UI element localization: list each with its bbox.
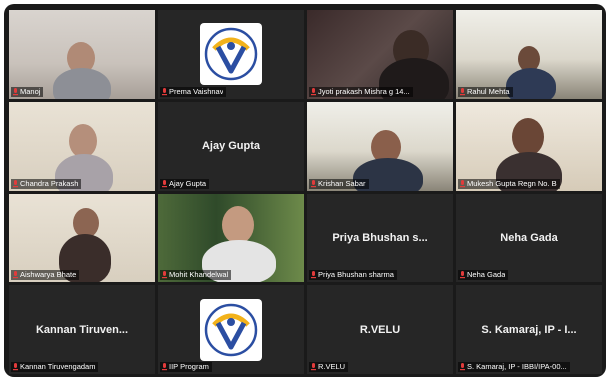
mic-muted-icon: [162, 87, 167, 95]
participant-name: S. Kamaraj, IP - IBBI/IPA-00...: [467, 362, 567, 371]
participant-display-name: S. Kamaraj, IP - I...: [481, 323, 577, 336]
mic-muted-icon: [460, 87, 465, 95]
participant-nametag: Mohit Khandelwal: [160, 270, 232, 281]
participant-name: Kannan Tiruvengadam: [20, 362, 96, 371]
participant-tile[interactable]: Kannan Tiruven... Kannan Tiruvengadam: [9, 285, 155, 374]
mic-muted-icon: [311, 363, 316, 371]
participant-name: Mukesh Gupta Regn No. B: [467, 178, 557, 188]
participant-nametag: Ajay Gupta: [160, 178, 210, 189]
participant-nametag: Jyoti prakash Mishra g 14...: [309, 86, 413, 97]
mic-muted-icon: [13, 271, 18, 279]
participant-display-name: R.VELU: [359, 323, 401, 336]
participant-tile[interactable]: Manoj: [9, 10, 155, 99]
mic-muted-icon: [460, 363, 465, 371]
participant-tile[interactable]: Rahul Mehta: [456, 10, 602, 99]
mic-muted-icon: [13, 179, 18, 187]
institute-logo-icon: [200, 23, 262, 86]
participant-nametag: Kannan Tiruvengadam: [11, 362, 99, 372]
participant-name: Chandra Prakash: [20, 178, 79, 188]
participant-display-name: Ajay Gupta: [201, 140, 261, 153]
participant-name: Neha Gada: [467, 270, 506, 280]
participant-name: Mohit Khandelwal: [169, 270, 229, 280]
participant-name: Aishwarya Bhate: [20, 270, 77, 280]
participant-nametag: Krishan Sabar: [309, 178, 369, 189]
participant-tile[interactable]: Mukesh Gupta Regn No. B: [456, 101, 602, 191]
participant-name: IIP Program: [169, 362, 209, 371]
participant-display-name: Neha Gada: [500, 231, 558, 244]
mic-muted-icon: [311, 87, 316, 95]
participant-name: Prema Vaishnav: [169, 86, 224, 96]
participant-video: [456, 101, 602, 191]
participant-nametag: IIP Program: [160, 362, 212, 372]
participant-name: R.VELU: [318, 362, 346, 371]
participant-name: Krishan Sabar: [318, 178, 366, 188]
participant-nametag: Mukesh Gupta Regn No. B: [458, 178, 560, 189]
participant-nametag: Rahul Mehta: [458, 86, 513, 97]
participant-display-name: Kannan Tiruven...: [35, 323, 129, 336]
participant-name: Priya Bhushan sharma: [318, 270, 394, 280]
participant-video: [307, 10, 453, 99]
participant-name: Jyoti prakash Mishra g 14...: [318, 86, 410, 96]
participant-nametag: Aishwarya Bhate: [11, 270, 80, 281]
participant-nametag: Chandra Prakash: [11, 178, 82, 189]
participant-nametag: Neha Gada: [458, 270, 509, 281]
participant-tile[interactable]: IIP Program: [158, 285, 304, 374]
participant-name: Manoj: [20, 86, 41, 96]
mic-muted-icon: [311, 179, 316, 187]
participant-tile[interactable]: Priya Bhushan s... Priya Bhushan sharma: [307, 193, 453, 283]
participant-tile[interactable]: S. Kamaraj, IP - I... S. Kamaraj, IP - I…: [456, 285, 602, 374]
gallery-grid: Manoj Prema Vaishnav Jyoti prakash Mishr…: [9, 10, 602, 374]
participant-tile[interactable]: Ajay Gupta Ajay Gupta: [158, 101, 304, 191]
participant-tile[interactable]: Neha Gada Neha Gada: [456, 193, 602, 283]
participant-tile[interactable]: Chandra Prakash: [9, 101, 155, 191]
participant-video: [9, 10, 155, 99]
meeting-window: Manoj Prema Vaishnav Jyoti prakash Mishr…: [4, 4, 606, 377]
participant-tile[interactable]: Jyoti prakash Mishra g 14...: [307, 10, 453, 99]
participant-tile[interactable]: R.VELU R.VELU: [307, 285, 453, 374]
mic-muted-icon: [162, 179, 167, 187]
participant-display-name: Priya Bhushan s...: [332, 231, 428, 244]
mic-muted-icon: [13, 363, 18, 371]
mic-muted-icon: [13, 87, 18, 95]
participant-nametag: S. Kamaraj, IP - IBBI/IPA-00...: [458, 362, 570, 372]
participant-tile[interactable]: Mohit Khandelwal: [158, 193, 304, 283]
participant-video: [158, 193, 304, 283]
participant-nametag: Priya Bhushan sharma: [309, 270, 397, 281]
participant-video: [307, 101, 453, 191]
participant-video: [9, 193, 155, 283]
participant-nametag: Prema Vaishnav: [160, 86, 227, 97]
participant-video: [9, 101, 155, 191]
participant-name: Ajay Gupta: [169, 178, 207, 188]
mic-muted-icon: [162, 363, 167, 371]
participant-tile[interactable]: Prema Vaishnav: [158, 10, 304, 99]
mic-muted-icon: [162, 271, 167, 279]
mic-muted-icon: [460, 271, 465, 279]
participant-tile-active-speaker[interactable]: Krishan Sabar: [307, 101, 453, 191]
participant-name: Rahul Mehta: [467, 86, 510, 96]
mic-muted-icon: [460, 179, 465, 187]
participant-nametag: Manoj: [11, 86, 44, 97]
participant-nametag: R.VELU: [309, 362, 349, 372]
participant-tile[interactable]: Aishwarya Bhate: [9, 193, 155, 283]
participant-video: [456, 10, 602, 99]
mic-muted-icon: [311, 271, 316, 279]
institute-logo-icon: [200, 298, 262, 361]
